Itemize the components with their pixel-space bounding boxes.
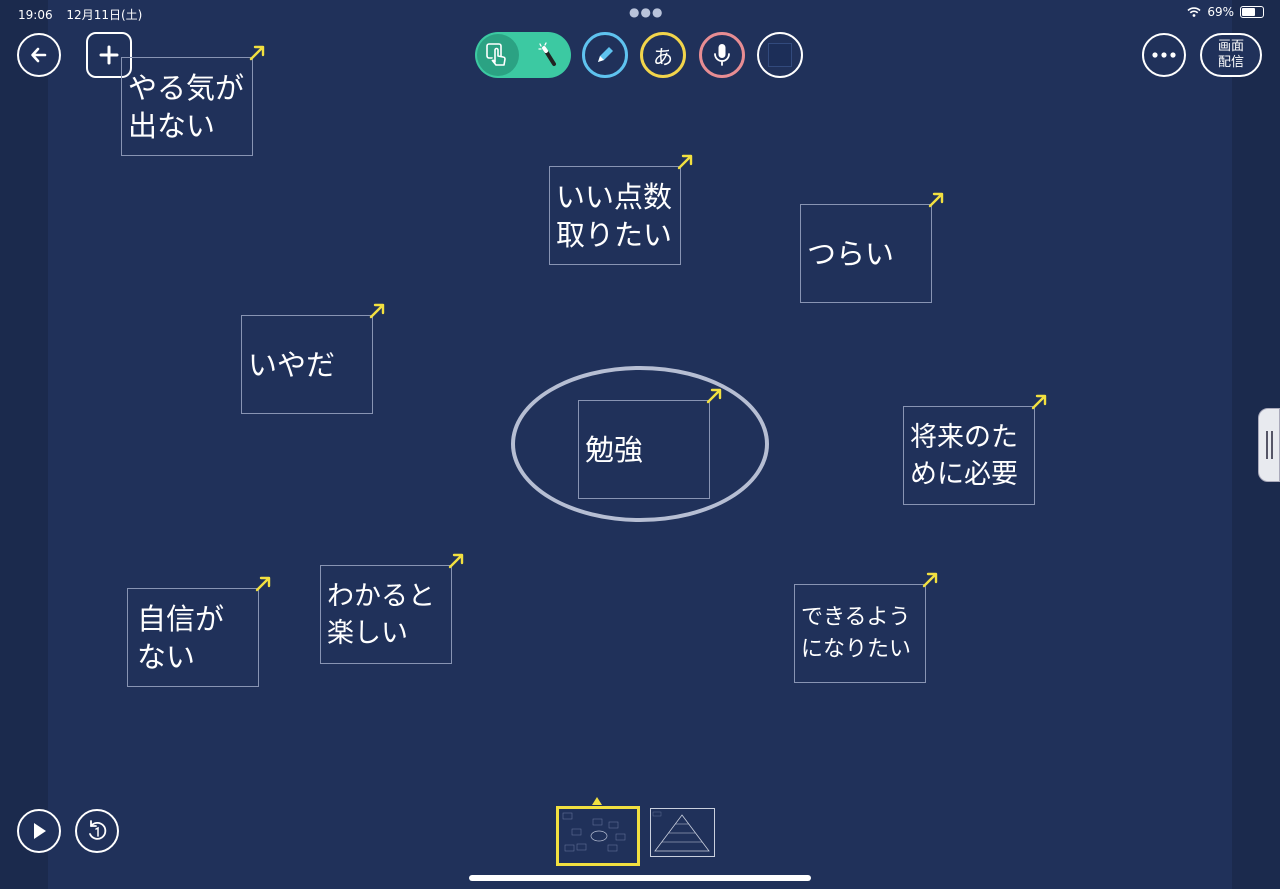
ellipsis-icon xyxy=(1152,52,1176,58)
arrow-up-right-icon xyxy=(369,303,385,319)
status-bar-left: 19:06 12月11日(土) xyxy=(18,6,152,23)
status-date: 12月11日(土) xyxy=(66,8,143,22)
microphone-icon xyxy=(714,44,730,66)
thumbnail-preview xyxy=(562,812,626,852)
card-motivation[interactable]: やる気が 出ない xyxy=(121,45,265,156)
card-fun-when-understand[interactable]: わかると 楽しい xyxy=(320,553,464,664)
card-text: 自信が ない xyxy=(137,601,225,674)
arrow-up-right-icon xyxy=(255,576,271,592)
color-picker-button[interactable] xyxy=(757,32,803,78)
play-button[interactable] xyxy=(17,809,61,853)
mic-tool-button[interactable] xyxy=(699,32,745,78)
color-swatch xyxy=(768,43,792,67)
card-text: やる気が 出ない xyxy=(128,70,245,143)
more-button[interactable] xyxy=(1142,33,1186,77)
card-text: わかると 楽しい xyxy=(327,580,435,649)
card-good-score[interactable]: いい点数 取りたい xyxy=(549,154,693,265)
play-icon xyxy=(34,823,46,839)
pen-icon xyxy=(598,47,613,62)
selected-thumbnail-indicator xyxy=(592,797,602,805)
arrow-up-right-icon xyxy=(1031,394,1047,410)
back-button[interactable] xyxy=(17,33,61,77)
arrow-up-right-icon xyxy=(928,192,944,208)
card-text: いい点数 取りたい xyxy=(556,179,673,252)
card-text: できるよう になりたい xyxy=(801,604,912,662)
card-text: 将来のた めに必要 xyxy=(910,421,1018,490)
wifi-icon xyxy=(1187,7,1201,17)
arrow-up-right-icon xyxy=(448,553,464,569)
screen-broadcast-label: 画面 配信 xyxy=(1217,39,1244,70)
card-text: つらい xyxy=(807,236,895,271)
mode-toggle[interactable] xyxy=(475,32,571,78)
text-tool-glyph: あ xyxy=(653,44,673,69)
card-future-need[interactable]: 将来のた めに必要 xyxy=(903,394,1047,505)
arrow-up-right-icon xyxy=(677,154,693,170)
magic-wand-icon[interactable] xyxy=(537,42,561,68)
page-thumbnail-1[interactable] xyxy=(556,806,640,866)
card-dislike[interactable]: いやだ xyxy=(241,303,385,414)
status-time: 19:06 xyxy=(18,8,53,22)
arrow-left-icon xyxy=(31,47,47,63)
touch-mode-button[interactable] xyxy=(477,34,519,76)
card-text: 勉強 xyxy=(585,432,644,467)
status-bar-right: 69% xyxy=(1187,5,1264,19)
undo-button[interactable] xyxy=(75,809,119,853)
multitask-dots-icon[interactable]: ●●● xyxy=(629,5,663,19)
arrow-up-right-icon xyxy=(706,388,722,404)
pen-tool-button[interactable] xyxy=(582,32,628,78)
undo-icon xyxy=(89,820,107,840)
battery-percent: 69% xyxy=(1207,5,1234,19)
battery-icon xyxy=(1240,6,1264,18)
card-want-to-be-able[interactable]: できるよう になりたい xyxy=(794,572,938,683)
card-text: いやだ xyxy=(248,347,336,382)
arrow-up-right-icon xyxy=(249,45,265,61)
home-indicator[interactable] xyxy=(469,875,811,881)
card-study-center[interactable]: 勉強 xyxy=(578,388,722,499)
side-panel-handle[interactable] xyxy=(1258,408,1280,482)
pyramid-thumbnail-preview xyxy=(652,811,710,852)
card-no-confidence[interactable]: 自信が ない xyxy=(127,576,271,687)
arrow-up-right-icon xyxy=(922,572,938,588)
screen-broadcast-button[interactable]: 画面 配信 xyxy=(1200,33,1262,77)
hand-pointer-icon xyxy=(486,43,506,66)
card-tough[interactable]: つらい xyxy=(800,192,944,303)
page-thumbnail-2[interactable] xyxy=(650,808,715,857)
text-tool-button[interactable]: あ xyxy=(640,32,686,78)
plus-icon xyxy=(99,45,119,65)
